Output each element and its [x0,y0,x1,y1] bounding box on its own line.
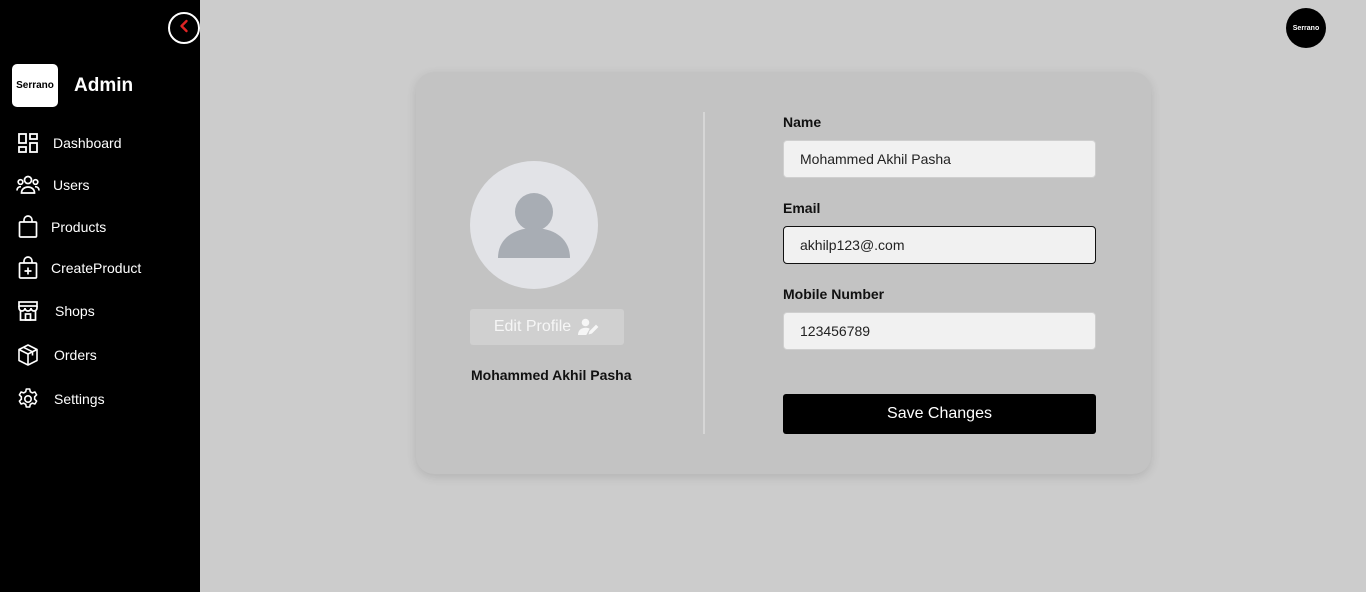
sidebar-item-label: Users [53,177,90,193]
mobile-label: Mobile Number [783,286,885,302]
shopping-bag-icon [16,215,40,239]
profile-card: Edit Profile Mohammed Akhil Pasha Name E… [416,72,1151,474]
sidebar-item-label: CreateProduct [51,260,142,276]
sidebar-item-orders[interactable]: Orders [16,342,97,368]
sidebar-item-label: Shops [55,303,95,319]
sidebar-collapse-button[interactable] [168,12,200,44]
users-icon [16,173,40,197]
brand-title: Admin [74,74,134,96]
email-field[interactable] [783,226,1096,264]
brand: Serrano Admin [12,64,133,107]
sidebar-item-label: Orders [54,347,97,363]
mobile-number-field[interactable] [783,312,1096,350]
sidebar-item-createproduct[interactable]: CreateProduct [16,255,141,281]
sidebar: Serrano Admin Dashboard Users Products C… [0,0,200,592]
dashboard-icon [16,131,40,155]
sidebar-item-shops[interactable]: Shops [16,298,95,324]
sidebar-item-label: Products [51,219,107,235]
sidebar-item-dashboard[interactable]: Dashboard [16,130,122,156]
card-divider [703,112,705,434]
chevron-left-icon [177,19,191,38]
edit-profile-button[interactable]: Edit Profile [470,309,624,345]
sidebar-item-label: Settings [54,391,105,407]
name-label: Name [783,114,822,130]
store-icon [16,299,40,323]
edit-profile-label: Edit Profile [493,318,572,335]
sidebar-item-label: Dashboard [53,135,122,151]
package-icon [16,343,40,367]
sidebar-item-users[interactable]: Users [16,172,90,198]
avatar [470,161,598,289]
name-field[interactable] [783,140,1096,178]
user-edit-icon [578,318,600,336]
sidebar-item-products[interactable]: Products [16,214,106,240]
profile-name: Mohammed Akhil Pasha [471,367,632,383]
sidebar-item-settings[interactable]: Settings [16,386,105,412]
user-avatar-button[interactable]: Serrano [1286,8,1326,48]
gear-icon [16,387,40,411]
email-label: Email [783,200,821,216]
bag-plus-icon [16,256,40,280]
brand-logo: Serrano [12,64,58,107]
save-changes-button[interactable]: Save Changes [783,394,1096,434]
